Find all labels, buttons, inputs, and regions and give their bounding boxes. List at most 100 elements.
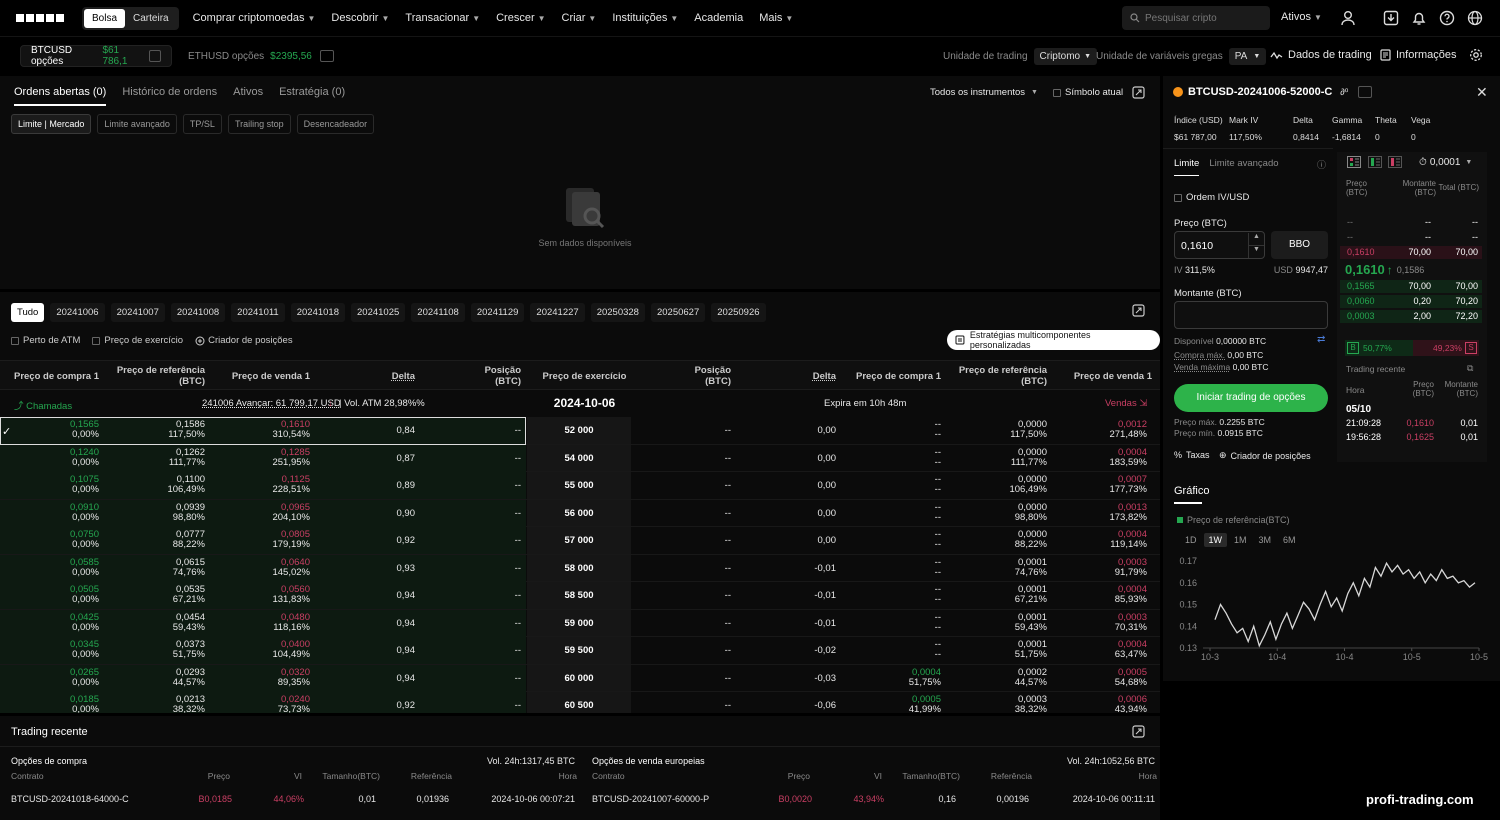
btc-options-ticker[interactable]: BTCUSD opções $61 786,1 [20, 45, 172, 67]
search-input[interactable]: Pesquisar cripto [1122, 6, 1270, 30]
chip-tpsl[interactable]: TP/SL [182, 114, 222, 134]
iv-usd-order-checkbox[interactable]: Ordem IV/USD [1174, 192, 1249, 203]
range-tab[interactable]: 3M [1254, 533, 1277, 547]
greeks-unit-select[interactable]: PA ▼ [1228, 48, 1267, 65]
tab-limit[interactable]: Limite [1174, 158, 1200, 176]
price-increment-button[interactable]: ▲ [1248, 233, 1264, 245]
assets-menu[interactable]: Ativos ▼ [1281, 11, 1322, 23]
settings-gear-icon[interactable] [1469, 48, 1483, 62]
chip-limit-market[interactable]: Limite | Mercado [11, 114, 92, 134]
expiry-tab[interactable]: 20241007 [110, 303, 165, 322]
chain-row[interactable]: 0,0425 0,00% 0,0454 59,43% 0,0480 118,16% 0,94… [0, 609, 1160, 637]
information-link[interactable]: Informações [1380, 49, 1457, 61]
chain-row[interactable]: 0,1565 0,00% 0,1586 117,50% 0,1610 310,54% 0,8… [0, 417, 1160, 445]
mode-tab-exchange[interactable]: Bolsa [84, 8, 126, 28]
chip-trigger[interactable]: Desencadeador [296, 114, 375, 134]
expand-icon[interactable] [1132, 86, 1145, 99]
nav-institutions[interactable]: Instituições ▼ [612, 12, 678, 24]
chain-row[interactable]: 0,0345 0,00% 0,0373 51,75% 0,0400 104,49% 0,94… [0, 637, 1160, 665]
trading-data-link[interactable]: Dados de trading [1270, 49, 1372, 61]
call-trade-contract[interactable]: BTCUSD-20241018-64000-C [11, 794, 129, 804]
tab-advanced-limit[interactable]: Limite avançado [1209, 158, 1278, 176]
tab-order-history[interactable]: Histórico de ordens [122, 86, 217, 106]
mode-tab-wallet[interactable]: Carteira [125, 9, 177, 28]
ask-row[interactable]: 0,1610 70,00 70,00 [1340, 246, 1482, 259]
expand-icon[interactable]: ⧉ [1467, 363, 1473, 374]
chain-row[interactable]: 0,0910 0,00% 0,0939 98,80% 0,0965 204,10% 0,90… [0, 499, 1160, 527]
range-tab[interactable]: 1M [1229, 533, 1252, 547]
start-options-trading-button[interactable]: Iniciar trading de opções [1174, 384, 1328, 412]
expiry-tab[interactable]: 20241008 [170, 303, 226, 322]
eth-options-ticker[interactable]: ETHUSD opções $2395,56 [178, 45, 344, 67]
nav-discover[interactable]: Descobrir ▼ [331, 12, 389, 24]
chain-row[interactable]: 0,0750 0,00% 0,0777 88,22% 0,0805 179,19% 0,92… [0, 527, 1160, 555]
bbo-button[interactable]: BBO [1271, 231, 1328, 259]
info-icon[interactable]: ⓘ [1317, 158, 1326, 171]
position-builder-link[interactable]: ⊕ Criador de posições [1219, 450, 1311, 461]
expiry-tab[interactable]: Tudo [11, 303, 45, 322]
chip-trailing-stop[interactable]: Trailing stop [227, 114, 291, 134]
transfer-icon[interactable]: ⇄ [1317, 334, 1325, 345]
nav-grow[interactable]: Crescer ▼ [496, 12, 545, 24]
nav-academy[interactable]: Academia [694, 12, 743, 24]
chain-row[interactable]: 0,1075 0,00% 0,1100 106,49% 0,1125 228,51% 0,8… [0, 472, 1160, 500]
chain-row[interactable]: 0,0505 0,00% 0,0535 67,21% 0,0560 131,83% 0,94… [0, 582, 1160, 610]
expand-icon[interactable] [1132, 304, 1145, 317]
price-decrement-button[interactable]: ▼ [1248, 245, 1264, 258]
nav-buy-crypto[interactable]: Comprar criptomoedas ▼ [193, 12, 316, 24]
expiry-tab[interactable]: 20241011 [231, 303, 285, 322]
expiry-tab[interactable]: 20241108 [411, 303, 465, 322]
expiry-tab[interactable]: 20241006 [50, 303, 105, 322]
okx-logo[interactable] [16, 14, 64, 22]
ask-row[interactable]: -- -- -- [1340, 231, 1482, 244]
chip-advanced-limit[interactable]: Limite avançado [97, 114, 177, 134]
range-tab[interactable]: 1W [1203, 533, 1228, 547]
tab-open-orders[interactable]: Ordens abertas (0) [14, 86, 107, 106]
strike-price-checkbox[interactable]: Preço de exercício [92, 335, 183, 346]
expiry-tab[interactable]: 20241227 [530, 303, 585, 322]
range-tab[interactable]: 1D [1180, 533, 1202, 547]
range-tab[interactable]: 6M [1278, 533, 1301, 547]
chain-row[interactable]: 0,0585 0,00% 0,0615 74,76% 0,0640 145,02% 0,93… [0, 554, 1160, 582]
help-icon[interactable] [1439, 10, 1455, 26]
nav-more[interactable]: Mais ▼ [759, 12, 793, 24]
book-asks-icon[interactable] [1388, 156, 1402, 168]
bid-row[interactable]: 0,0003 2,00 72,20 [1340, 310, 1482, 323]
book-bids-icon[interactable] [1368, 156, 1382, 168]
expiry-tab[interactable]: 20250328 [590, 303, 645, 322]
ask-row[interactable]: -- -- -- [1340, 216, 1482, 229]
bid-row[interactable]: 0,1565 70,00 70,00 [1340, 280, 1482, 293]
tab-strategy[interactable]: Estratégia (0) [279, 86, 345, 106]
multi-leg-strategies-button[interactable]: Estratégias multicomponentes personaliza… [947, 330, 1160, 350]
info-box-icon[interactable] [1358, 86, 1373, 98]
expand-icon[interactable] [1132, 725, 1145, 738]
instrument-filter[interactable]: Todos os instrumentos ▼ [930, 87, 1038, 98]
chain-row[interactable]: 0,0265 0,00% 0,0293 44,57% 0,0320 89,35% 0,94-… [0, 664, 1160, 692]
expiry-tab[interactable]: 20250627 [650, 303, 706, 322]
nav-build[interactable]: Criar ▼ [562, 12, 597, 24]
bid-row[interactable]: 0,0060 0,20 70,20 [1340, 295, 1482, 308]
tab-assets[interactable]: Ativos [233, 86, 263, 106]
globe-icon[interactable] [1467, 10, 1483, 26]
near-atm-checkbox[interactable]: Perto de ATM [11, 335, 80, 346]
current-symbol-checkbox[interactable]: Símbolo atual [1053, 87, 1123, 98]
close-icon[interactable]: ✕ [1476, 84, 1488, 101]
expiry-tab[interactable]: 20241129 [470, 303, 525, 322]
expiry-tab[interactable]: 20250926 [711, 303, 766, 322]
tick-size-select[interactable]: ⏱ 0,0001 ▼ [1419, 157, 1472, 168]
fees-link[interactable]: % Taxas [1174, 450, 1210, 460]
trading-unit-select[interactable]: Criptomo ▼ [1033, 48, 1098, 65]
put-trade-contract[interactable]: BTCUSD-20241007-60000-P [592, 794, 709, 804]
book-both-icon[interactable] [1347, 156, 1361, 168]
expiry-tab[interactable]: 20241025 [351, 303, 406, 322]
chain-row[interactable]: 0,1240 0,00% 0,1262 111,77% 0,1285 251,95% 0,8… [0, 444, 1160, 472]
nav-trade[interactable]: Transacionar ▼ [405, 12, 480, 24]
position-builder-link[interactable]: Criador de posições [195, 335, 293, 346]
user-icon[interactable] [1340, 10, 1356, 26]
download-icon[interactable] [1383, 10, 1399, 26]
price-input[interactable]: 0,1610 ▲ ▼ [1174, 231, 1265, 259]
expiry-tab[interactable]: 20241018 [290, 303, 345, 322]
chain-row[interactable]: 0,0185 0,00% 0,0213 38,32% 0,0240 73,73% 0,92-… [0, 692, 1160, 713]
bell-icon[interactable] [1411, 10, 1427, 26]
amount-input[interactable] [1174, 301, 1328, 329]
